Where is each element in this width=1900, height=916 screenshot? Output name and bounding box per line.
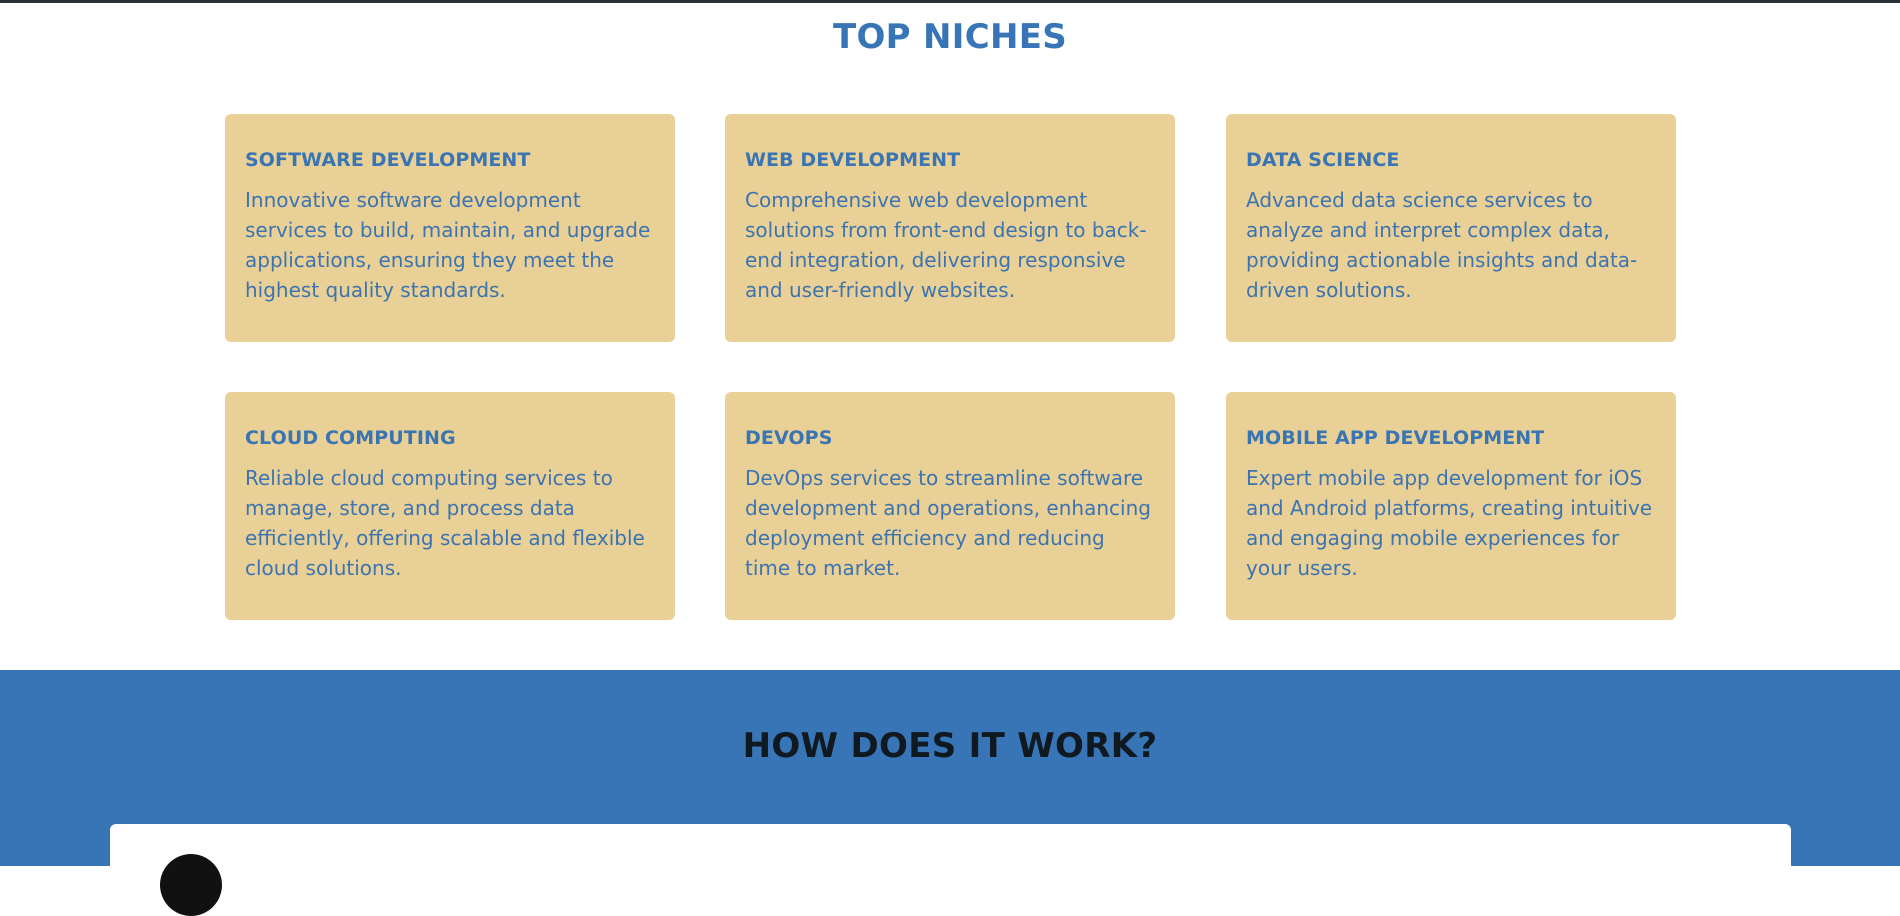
niche-card-web-development: WEB DEVELOPMENT Comprehensive web develo… xyxy=(725,114,1175,342)
niche-card-title: SOFTWARE DEVELOPMENT xyxy=(245,149,531,171)
niche-card-title: MOBILE APP DEVELOPMENT xyxy=(1246,427,1545,449)
niche-card-description: DevOps services to streamline software d… xyxy=(745,466,1151,580)
niche-card-data-science: DATA SCIENCE Advanced data science servi… xyxy=(1226,114,1676,342)
niche-card-description: Advanced data science services to analyz… xyxy=(1246,188,1638,302)
how-it-works-title: HOW DOES IT WORK? xyxy=(742,726,1158,766)
step-icon xyxy=(160,854,222,916)
niche-card-description: Innovative software development services… xyxy=(245,188,651,302)
niche-card-description: Comprehensive web development solutions … xyxy=(745,188,1147,302)
top-niches-title: TOP NICHES xyxy=(832,17,1068,57)
niche-card-title: WEB DEVELOPMENT xyxy=(745,149,961,171)
niche-card-devops: DEVOPS DevOps services to streamline sof… xyxy=(725,392,1175,620)
niche-card-mobile-app-development: MOBILE APP DEVELOPMENT Expert mobile app… xyxy=(1226,392,1676,620)
niche-card-cloud-computing: CLOUD COMPUTING Reliable cloud computing… xyxy=(225,392,675,620)
niche-card-title: DATA SCIENCE xyxy=(1246,149,1400,171)
niche-card-title: DEVOPS xyxy=(745,427,833,449)
niche-card-title: CLOUD COMPUTING xyxy=(245,427,456,449)
niche-card-description: Reliable cloud computing services to man… xyxy=(245,466,645,580)
how-it-works-section: HOW DOES IT WORK? xyxy=(0,670,1900,916)
how-it-works-step-card xyxy=(110,824,1791,916)
niche-card-description: Expert mobile app development for iOS an… xyxy=(1246,466,1653,580)
top-niches-section: TOP NICHES SOFTWARE DEVELOPMENT Innovati… xyxy=(0,3,1900,670)
niche-card-software-development: SOFTWARE DEVELOPMENT Innovative software… xyxy=(225,114,675,342)
